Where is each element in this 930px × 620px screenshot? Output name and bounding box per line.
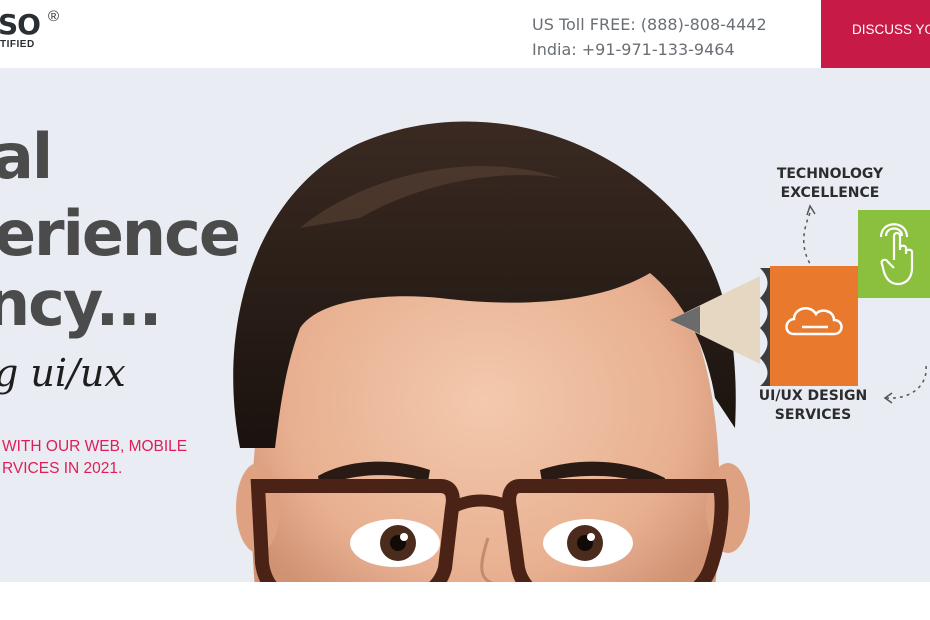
hero-tagline-line-2: RVICES IN 2021. xyxy=(2,460,123,477)
logo-subtitle: TIFIED xyxy=(0,39,35,50)
hero-script-text: g ui/ux xyxy=(0,351,126,395)
phone-us[interactable]: US Toll FREE: (888)-808-4442 xyxy=(532,12,767,37)
logo-registered-mark: ® xyxy=(48,8,60,25)
hero-bottom-strip xyxy=(0,582,930,620)
discuss-project-button[interactable]: DISCUSS YO xyxy=(821,0,930,68)
hero-tagline: WITH OUR WEB, MOBILE RVICES IN 2021. xyxy=(2,436,187,480)
uiux-design-services-label: UI/UX DESIGN SERVICES xyxy=(752,387,874,425)
contact-phones: US Toll FREE: (888)-808-4442 India: +91-… xyxy=(532,12,767,62)
hero-banner: al erience ncy... g ui/ux WITH OUR WEB, … xyxy=(0,68,930,620)
hero-tagline-line-1: WITH OUR WEB, MOBILE xyxy=(2,438,188,455)
hero-headline-line-2: erience xyxy=(0,197,241,270)
uiux-label-line-1: UI/UX DESIGN xyxy=(758,388,868,404)
top-bar: SO ® TIFIED US Toll FREE: (888)-808-4442… xyxy=(0,0,930,68)
technology-label-line-1: TECHNOLOGY xyxy=(776,166,884,182)
logo-text: SO xyxy=(0,8,41,41)
hero-headline-line-3: ncy... xyxy=(0,267,162,340)
uiux-label-line-2: SERVICES xyxy=(774,407,852,423)
company-logo[interactable]: SO ® TIFIED xyxy=(0,6,70,56)
hero-headline-line-1: al xyxy=(0,120,53,193)
phone-india[interactable]: India: +91-971-133-9464 xyxy=(532,37,767,62)
